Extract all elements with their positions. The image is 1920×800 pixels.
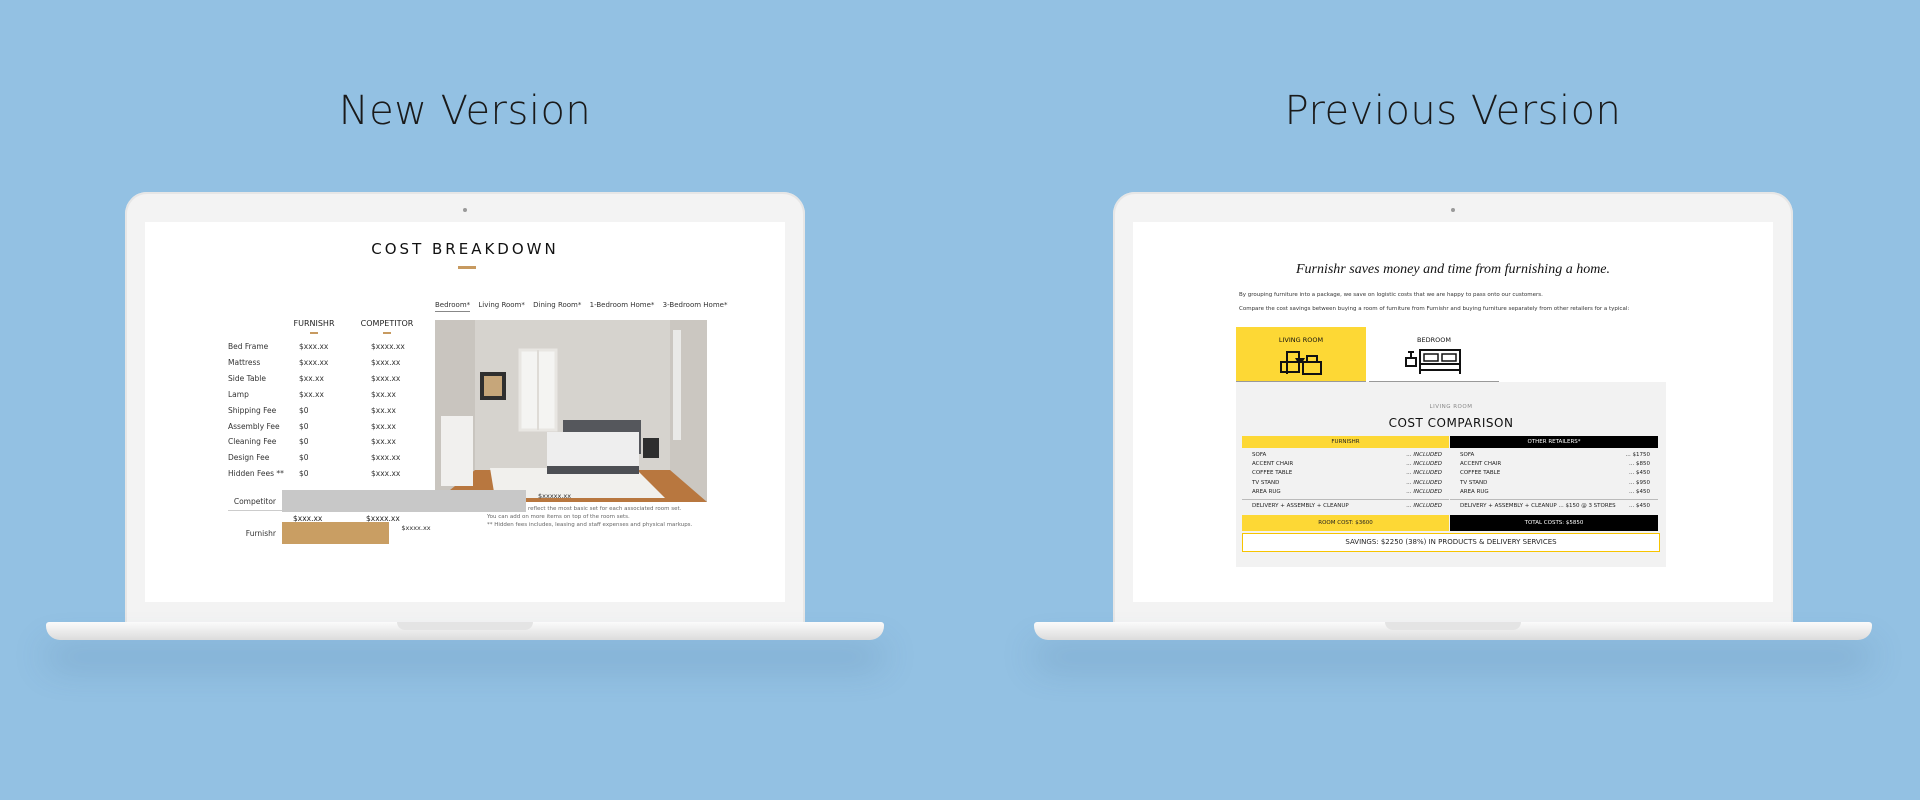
row-competitor-price: $xxx.xx [371,357,401,367]
laptop-notch [397,622,533,630]
bar-value-competitor: $xxxxx.xx [538,492,572,500]
tab-bedroom[interactable]: BEDROOM [1369,327,1499,382]
table-row: Hidden Fees ** $0 $xxx.xx [228,469,400,483]
bar-label-furnishr: Furnishr [245,529,276,538]
row-competitor-price: $xxx.xx [371,469,401,479]
tab-living-room[interactable]: Living Room* [478,301,524,309]
laptop-lid: Furnishr saves money and time from furni… [1113,192,1793,624]
bedroom-icon [1404,349,1464,380]
laptop-notch [1385,622,1521,630]
bar-competitor [282,490,526,512]
tab-living-room[interactable]: LIVING ROOM [1236,327,1366,382]
separator-left [1242,499,1449,500]
tab-bedroom[interactable]: Bedroom* [435,301,471,312]
row-item-name: Bed Frame [228,342,269,351]
line-item-furnishr: ACCENT CHAIR... INCLUDED [1252,461,1442,468]
line-item-other-retailers: TV STAND... $950 [1460,479,1650,486]
tab-bedroom-label: BEDROOM [1417,336,1451,344]
header-other-retailers: OTHER RETAILERS* [1450,436,1658,448]
table-row: Mattress $xxx.xx $xxx.xx [228,357,400,372]
bar-value-furnishr: $xxxx.xx [401,524,431,532]
row-item-name: Lamp [228,389,249,399]
row-furnishr-price: $0 [299,405,309,415]
laptop-lid: COST BREAKDOWN FURNISHR COMPETITOR Bed F… [125,192,805,624]
table-row: Cleaning Fee $0 $xx.xx [228,437,396,451]
line-item-furnishr: AREA RUG... INCLUDED [1252,488,1442,495]
row-furnishr-price: $0 [299,453,309,463]
panel-subtitle: LIVING ROOM [1429,404,1473,410]
separator-right [1450,499,1658,500]
camera-icon [1451,208,1455,212]
row-competitor-price: $xx.xx [371,437,396,447]
tab-dining-room[interactable]: Dining Room* [533,301,581,309]
delivery-row-left: DELIVERY + ASSEMBLY + CLEANUP... INCLUDE… [1252,503,1442,509]
table-row: Bed Frame $xxx.xx $xxxx.xx [228,342,405,356]
line-item-other-retailers: SOFA... $1750 [1460,452,1650,458]
delivery-row-right: DELIVERY + ASSEMBLY + CLEANUP ... $150 @… [1460,503,1650,509]
tab-1-bedroom-home[interactable]: 1-Bedroom Home* [590,301,655,309]
panel-title: COST COMPARISON [1388,416,1514,430]
row-furnishr-price: $0 [299,421,309,431]
column-header-competitor: COMPETITOR [357,319,417,334]
new-version-heading: New Version [338,88,592,134]
row-furnishr-price: $xxx.xx [299,357,329,367]
laptop-base [1034,622,1872,640]
bedroom-photo [435,320,707,502]
table-row: Lamp $xx.xx $xx.xx [228,389,396,404]
row-item-name: Mattress [228,357,261,367]
tab-living-room-label: LIVING ROOM [1278,336,1324,344]
laptop-screen: Furnishr saves money and time from furni… [1133,222,1773,602]
row-item-name: Design Fee [228,453,270,463]
line-item-furnishr: SOFA... INCLUDED [1252,452,1442,458]
column-header-furnishr: FURNISHR [289,319,339,334]
savings-banner: SAVINGS: $2250 (38%) IN PRODUCTS & DELIV… [1242,533,1660,552]
row-furnishr-price: $xx.xx [299,373,324,383]
header-furnishr: FURNISHR [1242,436,1449,448]
line-item-furnishr: COFFEE TABLE... INCLUDED [1252,470,1442,477]
cost-breakdown-title: COST BREAKDOWN [371,240,559,258]
row-furnishr-price: $0 [299,437,309,447]
bar-label-competitor: Competitor [233,497,276,506]
row-item-name: Hidden Fees ** [228,469,284,479]
row-item-name: Cleaning Fee [228,437,277,447]
row-furnishr-price: $xxx.xx [299,342,329,351]
table-row: Design Fee $0 $xxx.xx [228,453,400,467]
row-item-name: Side Table [228,373,266,383]
row-competitor-price: $xx.xx [371,405,396,415]
room-cost: ROOM COST: $3600 [1242,515,1449,531]
row-furnishr-price: $xx.xx [299,389,324,399]
room-tabs: Bedroom* Living Room* Dining Room* 1-Bed… [435,301,733,312]
line-item-furnishr: TV STAND... INCLUDED [1252,479,1442,486]
table-row: Shipping Fee $0 $xx.xx [228,405,396,420]
headline: Furnishr saves money and time from furni… [1295,262,1611,277]
row-competitor-price: $xx.xx [371,389,396,399]
row-competitor-price: $xxx.xx [371,373,401,383]
title-accent-line [458,266,476,269]
total-costs: TOTAL COSTS: $5850 [1450,515,1658,531]
line-item-other-retailers: COFFEE TABLE... $450 [1460,470,1650,477]
table-row: Assembly Fee $0 $xx.xx [228,421,396,436]
row-competitor-price: $xxxx.xx [371,342,405,351]
camera-icon [463,208,467,212]
laptop-base [46,622,884,640]
bar-furnishr [282,522,390,544]
living-room-icon [1273,351,1329,380]
intro-text-2: Compare the cost savings between buying … [1239,306,1630,312]
line-item-other-retailers: ACCENT CHAIR... $850 [1460,461,1650,468]
row-item-name: Shipping Fee [228,405,277,415]
row-competitor-price: $xxx.xx [371,453,401,463]
line-item-other-retailers: AREA RUG... $450 [1460,488,1650,495]
previous-version-heading: Previous Version [1284,88,1622,134]
tab-3-bedroom-home[interactable]: 3-Bedroom Home* [663,301,728,309]
table-row: Side Table $xx.xx $xxx.xx [228,373,400,388]
comparison-panel: LIVING ROOM COST COMPARISON FURNISHR OTH… [1236,382,1666,567]
row-item-name: Assembly Fee [228,421,280,431]
row-competitor-price: $xx.xx [371,421,396,431]
intro-text-1: By grouping furniture into a package, we… [1239,292,1543,298]
row-furnishr-price: $0 [299,469,309,479]
laptop-screen: COST BREAKDOWN FURNISHR COMPETITOR Bed F… [145,222,785,602]
